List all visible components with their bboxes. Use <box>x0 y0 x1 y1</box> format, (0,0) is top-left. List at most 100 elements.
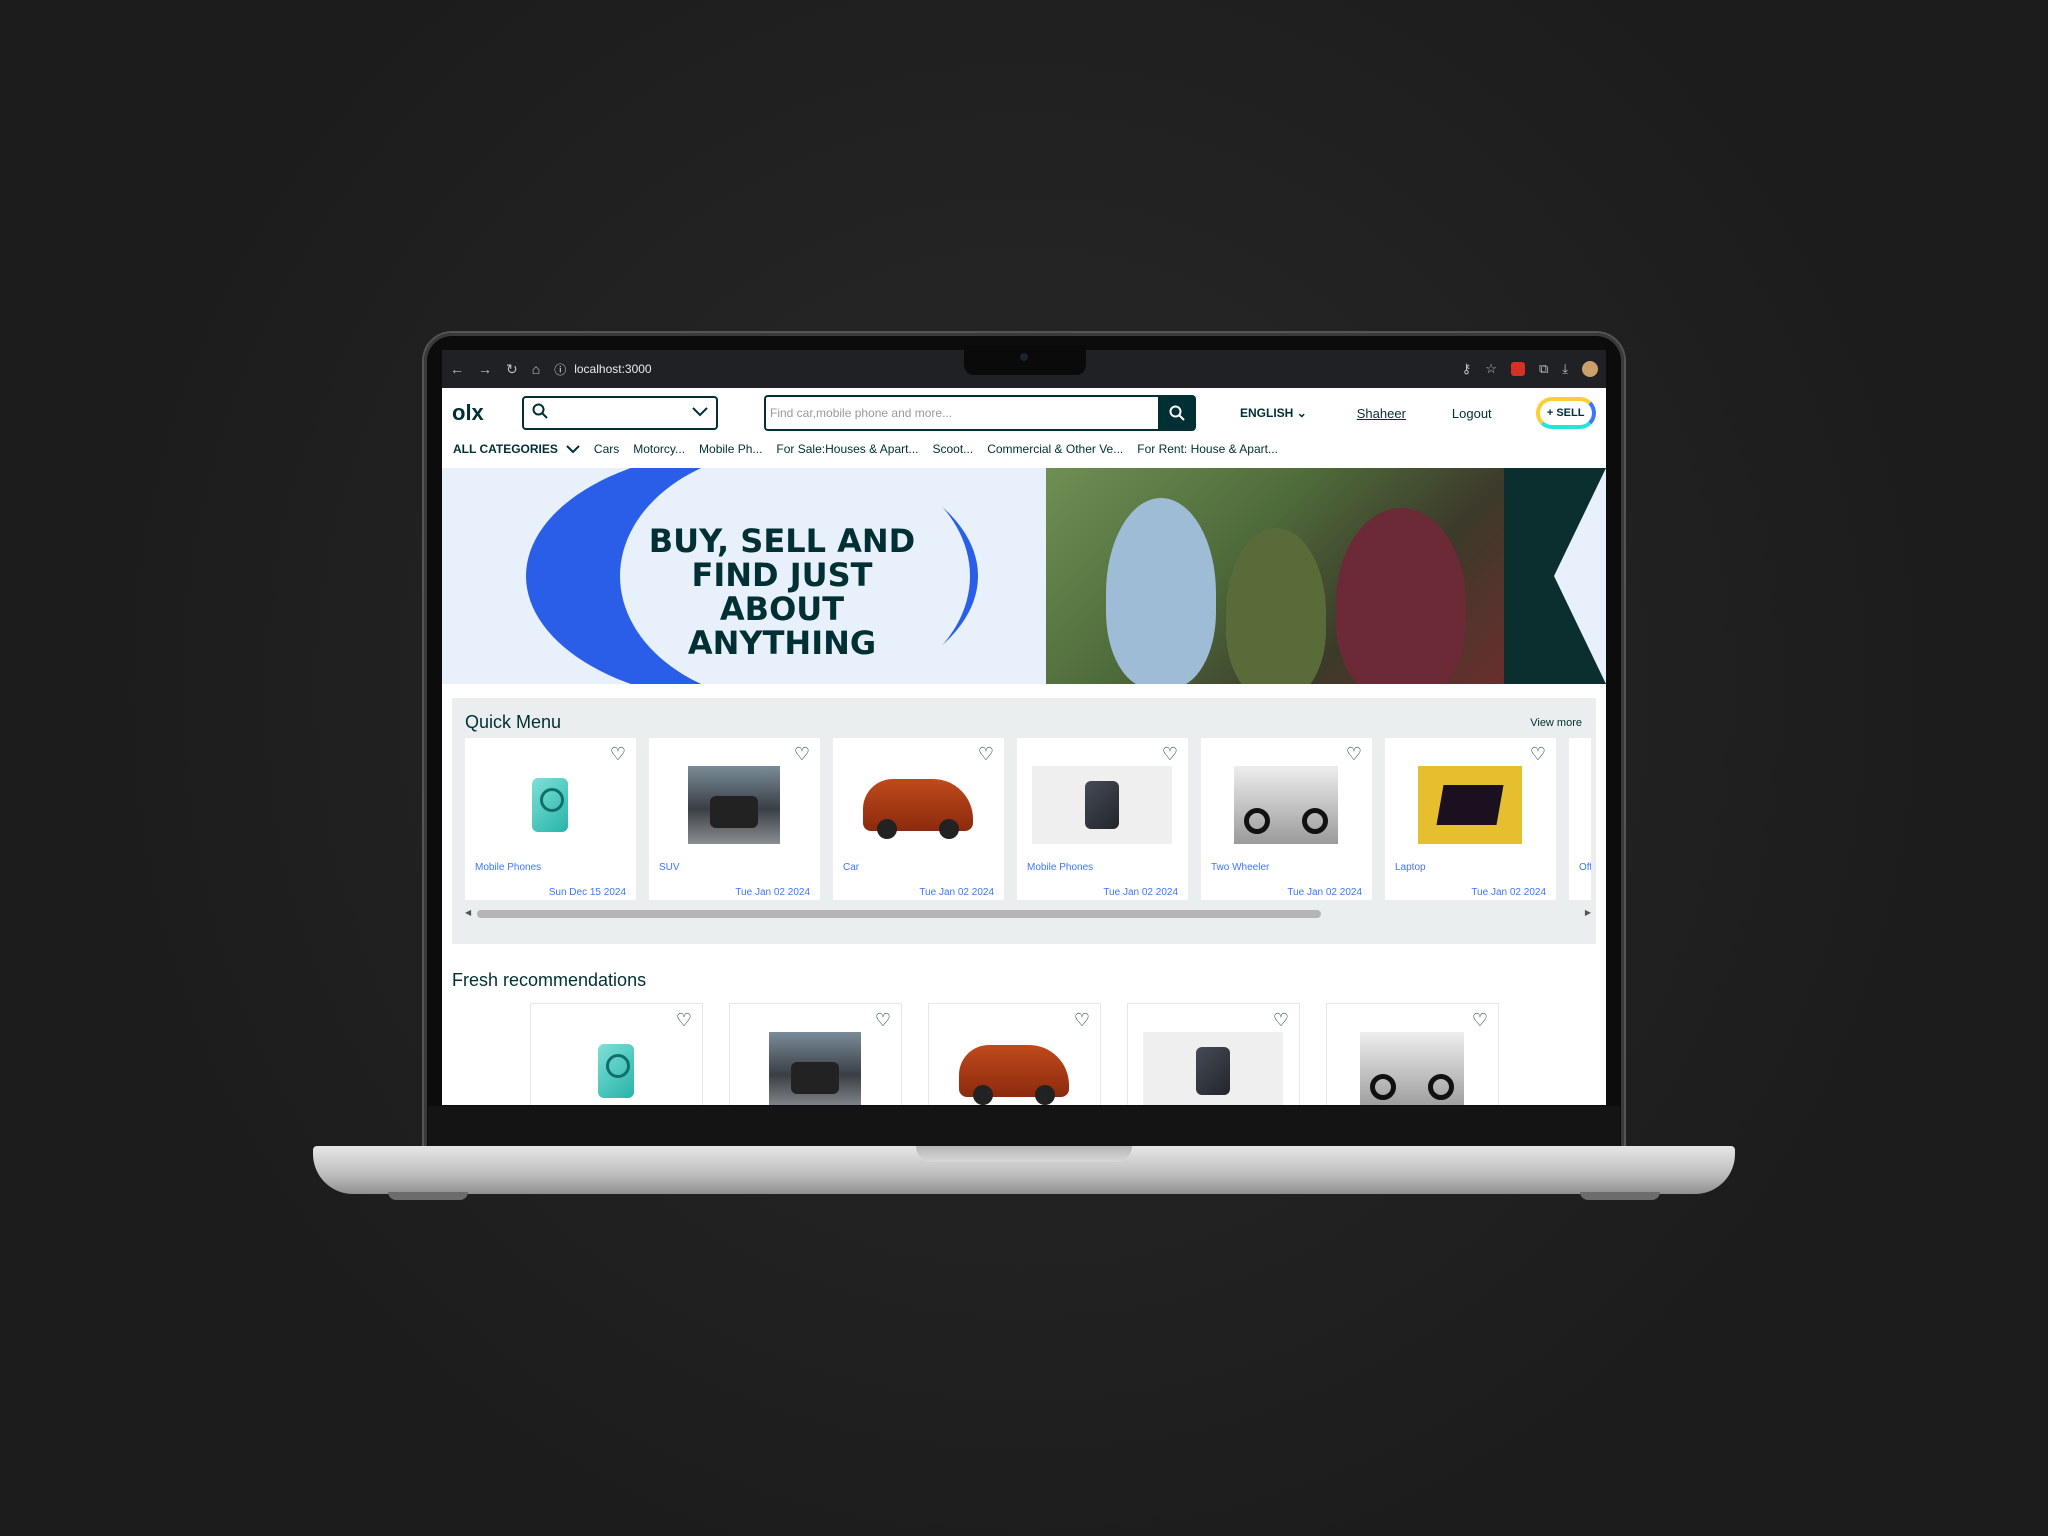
product-image <box>679 766 789 844</box>
back-icon[interactable]: ← <box>450 361 464 377</box>
site-header: olx Find car,mobile phone and more... EN… <box>442 388 1606 438</box>
category-link[interactable]: For Sale:Houses & Apart... <box>776 442 918 456</box>
star-icon[interactable]: ☆ <box>1485 361 1497 377</box>
product-image <box>1032 766 1172 844</box>
card-date: Tue Jan 02 2024 <box>735 887 810 898</box>
product-card[interactable]: ♡ <box>928 1003 1101 1105</box>
fresh-recommendations: ♡ ♡ ♡ ♡ ♡ <box>442 991 1606 1105</box>
home-icon[interactable]: ⌂ <box>532 361 540 377</box>
quick-menu: Quick Menu View more ♡ Mobile Phones Sun… <box>452 698 1596 944</box>
camera-notch <box>964 345 1086 375</box>
scroll-left-icon[interactable]: ◀ <box>465 908 471 917</box>
laptop-hinge <box>428 1106 1620 1146</box>
heart-icon[interactable]: ♡ <box>875 1010 891 1031</box>
product-card[interactable]: ♡ Two Wheeler Tue Jan 02 2024 <box>1201 738 1372 900</box>
banner-photo <box>1046 468 1504 684</box>
heart-icon[interactable]: ♡ <box>610 744 626 765</box>
scrollbar-thumb[interactable] <box>477 910 1321 918</box>
product-image <box>863 766 973 844</box>
all-categories-dropdown[interactable]: ALL CATEGORIES <box>453 442 580 456</box>
category-link[interactable]: Mobile Ph... <box>699 442 762 456</box>
card-category: Off <box>1579 862 1591 873</box>
hero-banner[interactable]: BUY, SELL AND FIND JUST ABOUT ANYTHING <box>442 468 1606 684</box>
search-bar: Find car,mobile phone and more... <box>764 395 1196 431</box>
forward-icon[interactable]: → <box>478 361 492 377</box>
key-icon[interactable]: ⚷ <box>1462 361 1472 377</box>
heart-icon[interactable]: ♡ <box>1346 744 1362 765</box>
location-select[interactable] <box>522 396 718 430</box>
heart-icon[interactable]: ♡ <box>676 1010 692 1031</box>
card-category: Mobile Phones <box>475 862 542 873</box>
search-input[interactable]: Find car,mobile phone and more... <box>764 395 1158 431</box>
language-select[interactable]: ENGLISH ⌄ <box>1240 406 1307 420</box>
fresh-recommendations-title: Fresh recommendations <box>452 970 647 990</box>
product-card[interactable]: ♡ Laptop Tue Jan 02 2024 <box>1385 738 1556 900</box>
language-label: ENGLISH <box>1240 406 1294 420</box>
screen: ← → ↻ ⌂ ⓘ localhost:3000 ⚷ ☆ ⧉ ⤓ olx Fin <box>442 350 1606 1105</box>
chevron-down-icon: ⌄ <box>1296 406 1307 420</box>
person-figure <box>1106 498 1216 684</box>
card-date: Tue Jan 02 2024 <box>1471 887 1546 898</box>
card-date: Tue Jan 02 2024 <box>1103 887 1178 898</box>
extensions-puzzle-icon[interactable]: ⧉ <box>1539 361 1548 377</box>
product-card[interactable]: ♡ <box>1127 1003 1300 1105</box>
profile-avatar[interactable] <box>1582 361 1598 377</box>
chevron-down-icon <box>692 404 708 422</box>
product-card[interactable]: ♡ Mobile Phones Tue Jan 02 2024 <box>1017 738 1188 900</box>
heart-icon[interactable]: ♡ <box>794 744 810 765</box>
site-info-icon[interactable]: ⓘ <box>554 361 566 378</box>
product-card[interactable]: ♡ SUV Tue Jan 02 2024 <box>649 738 820 900</box>
product-card[interactable]: Off <box>1569 738 1591 900</box>
scroll-right-icon[interactable]: ▶ <box>1585 908 1591 917</box>
product-card[interactable]: ♡ Mobile Phones Sun Dec 15 2024 <box>465 738 636 900</box>
category-link[interactable]: For Rent: House & Apart... <box>1137 442 1278 456</box>
laptop-base-notch <box>916 1146 1132 1162</box>
category-bar: ALL CATEGORIES Cars Motorcy... Mobile Ph… <box>442 438 1606 460</box>
product-card[interactable]: ♡ <box>530 1003 703 1105</box>
card-category: Car <box>843 862 860 873</box>
product-image <box>495 766 605 844</box>
heart-icon[interactable]: ♡ <box>1162 744 1178 765</box>
product-image <box>959 1032 1069 1105</box>
product-card[interactable]: ♡ <box>1326 1003 1499 1105</box>
reload-icon[interactable]: ↻ <box>506 361 518 378</box>
card-date: Tue Jan 02 2024 <box>919 887 994 898</box>
user-link[interactable]: Shaheer <box>1357 406 1406 421</box>
category-link[interactable]: Scoot... <box>933 442 974 456</box>
banner-arrow <box>1554 468 1606 684</box>
heart-icon[interactable]: ♡ <box>1472 1010 1488 1031</box>
quick-menu-cards: ♡ Mobile Phones Sun Dec 15 2024 ♡ SUV Tu… <box>465 738 1591 908</box>
download-icon[interactable]: ⤓ <box>1562 361 1568 377</box>
category-link[interactable]: Motorcy... <box>633 442 685 456</box>
card-category: Mobile Phones <box>1027 862 1094 873</box>
heart-icon[interactable]: ♡ <box>1530 744 1546 765</box>
heart-icon[interactable]: ♡ <box>1273 1010 1289 1031</box>
category-link[interactable]: Cars <box>594 442 619 456</box>
chevron-down-icon <box>566 444 580 453</box>
card-category: Two Wheeler <box>1211 862 1270 873</box>
camera-icon <box>1020 353 1028 361</box>
sell-button[interactable]: + SELL <box>1535 397 1596 429</box>
horizontal-scrollbar[interactable]: ◀ ▶ <box>465 908 1591 918</box>
extension-icon[interactable] <box>1510 362 1525 376</box>
olx-logo[interactable]: olx <box>452 400 502 426</box>
banner-headline: BUY, SELL AND FIND JUST ABOUT ANYTHING <box>648 522 916 662</box>
product-image <box>1231 766 1341 844</box>
card-date: Sun Dec 15 2024 <box>548 887 626 898</box>
product-card[interactable]: ♡ <box>729 1003 902 1105</box>
search-button[interactable] <box>1158 395 1196 431</box>
card-date: Tue Jan 02 2024 <box>1287 887 1362 898</box>
url-text: localhost:3000 <box>574 362 652 376</box>
product-card[interactable]: ♡ Car Tue Jan 02 2024 <box>833 738 1004 900</box>
view-more-link[interactable]: View more <box>1530 717 1582 729</box>
all-categories-label: ALL CATEGORIES <box>453 442 558 456</box>
card-category: Laptop <box>1395 862 1426 873</box>
logout-link[interactable]: Logout <box>1452 406 1492 421</box>
category-link[interactable]: Commercial & Other Ve... <box>987 442 1123 456</box>
card-category: SUV <box>659 862 680 873</box>
heart-icon[interactable]: ♡ <box>978 744 994 765</box>
address-bar[interactable]: ⓘ localhost:3000 <box>554 361 651 378</box>
heart-icon[interactable]: ♡ <box>1074 1010 1090 1031</box>
product-image <box>760 1032 870 1105</box>
product-image <box>1357 1032 1467 1105</box>
